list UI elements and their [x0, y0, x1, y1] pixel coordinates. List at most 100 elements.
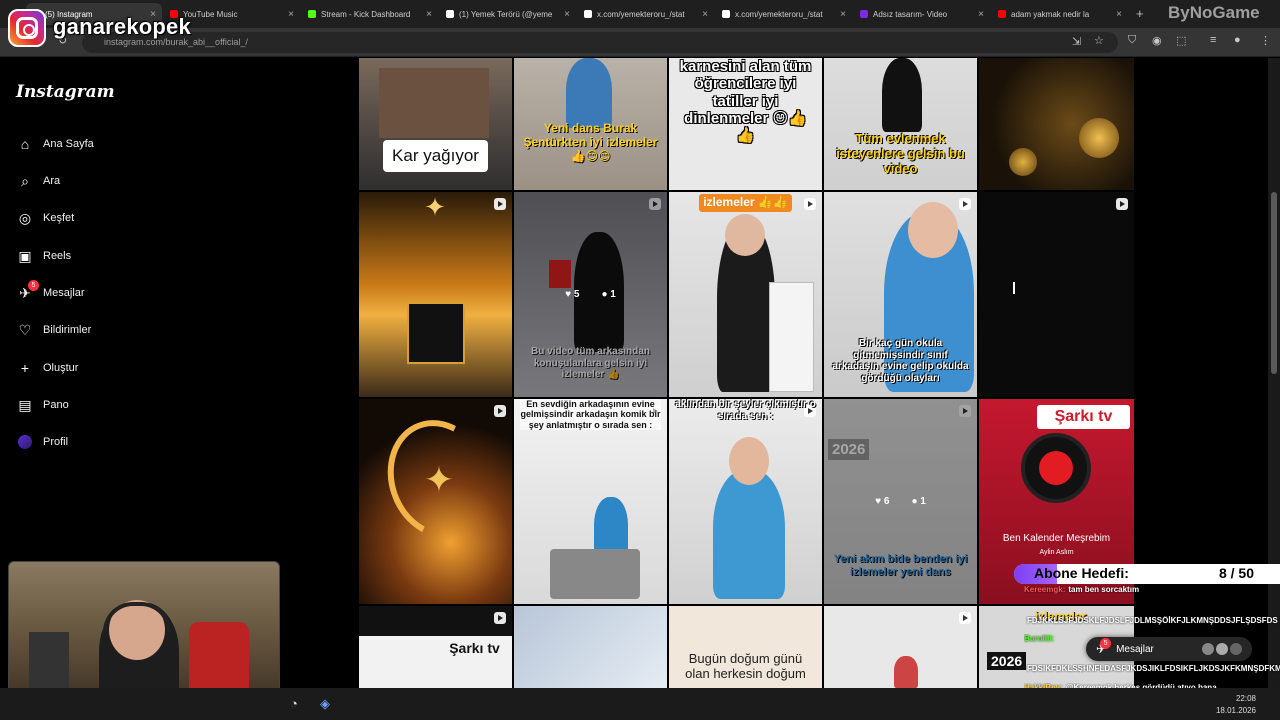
notification-badge: 5: [28, 280, 39, 291]
browser-tab-bar: (5) Instagram × YouTube Music × Stream - Kic…: [0, 0, 1280, 28]
extensions-icon[interactable]: ⬚: [1176, 34, 1186, 47]
browser-tab[interactable]: x.com/yemekteroru_/stat ×: [578, 3, 714, 25]
audio-icon[interactable]: ◉: [1152, 34, 1162, 47]
messenger-icon: ✈ 5: [16, 280, 39, 302]
hover-stats: ♥ 5 ● 1: [514, 192, 667, 397]
nav-item-4[interactable]: ▣ Reels: [16, 244, 71, 268]
reel-icon: [1116, 198, 1128, 210]
close-tab-icon[interactable]: ×: [426, 9, 432, 20]
post-tile[interactable]: [979, 58, 1134, 190]
post-tile[interactable]: En sevdiğin arkadaşının evine gelmişsind…: [514, 399, 667, 604]
browser-tab[interactable]: x.com/yemekteroru_/stat ×: [716, 3, 852, 25]
tab-title: x.com/yemekteroru_/stat: [597, 9, 685, 19]
app-icon[interactable]: ◈: [320, 696, 330, 712]
post-tile[interactable]: Bugün doğum günü olan herkesin doğum: [669, 606, 822, 688]
reel-icon: [804, 198, 816, 210]
post-tile[interactable]: Bu video tüm arkasından konuşulanlara ge…: [514, 192, 667, 397]
instagram-wordmark[interactable]: Instagram: [16, 82, 115, 102]
streamer-name: ganarekopek: [53, 14, 191, 39]
post-tile[interactable]: ✦: [359, 192, 512, 397]
nav-item-2[interactable]: ⌕ Ara: [16, 169, 60, 193]
app-icon[interactable]: ◔: [290, 696, 298, 711]
bookmark-star-icon[interactable]: ☆: [1094, 34, 1104, 47]
likes-stat: ♥ 5: [565, 289, 580, 300]
post-badge: Şarkı tv: [1037, 405, 1130, 430]
post-tile[interactable]: [824, 606, 977, 688]
nav-item-8[interactable]: ▤ Pano: [16, 393, 68, 417]
nav-item-6[interactable]: ♡ Bildirimler: [16, 318, 92, 342]
post-tile[interactable]: Şarkı tv: [359, 606, 512, 688]
clock-date: 18.01.2026: [1215, 706, 1256, 715]
close-tab-icon[interactable]: ×: [1116, 9, 1122, 20]
post-year: 2026: [987, 652, 1027, 671]
profile-avatar: [16, 433, 34, 451]
likes-count: 5: [573, 289, 580, 300]
post-caption: Bir kaç gün okula gitmemişsindir sınıf a…: [832, 338, 969, 384]
plus-icon: +: [20, 360, 30, 376]
nav-item-9[interactable]: Profil: [16, 430, 68, 454]
post-tile[interactable]: Bir kaç gün okula gitmemişsindir sınıf a…: [824, 192, 977, 397]
post-tile[interactable]: 2026 Yeni akım bide benden iyi izlemeler…: [824, 399, 977, 604]
home-icon: ⌂: [20, 136, 30, 152]
nav-item-5[interactable]: ✈ 5 Mesajlar: [16, 280, 85, 305]
close-tab-icon[interactable]: ×: [978, 9, 984, 20]
browser-tab[interactable]: Stream - Kick Dashboard ×: [302, 3, 438, 25]
close-tab-icon[interactable]: ×: [702, 9, 708, 20]
chat-text: FDSIKFDKLSŞHNFLDASFJKDSJIKLFDSIKFLJKDSJK…: [1027, 664, 1280, 673]
scrollbar-thumb[interactable]: [1271, 192, 1277, 374]
system-clock[interactable]: 22:08 18.01.2026: [1216, 693, 1256, 717]
brand-watermark: ByNoGame: [1168, 3, 1260, 22]
chat-message: FDJKKLSJFJDSKLFJDSLFJDLMSŞÖİKFJLKMNŞDDSJ…: [1024, 616, 1280, 625]
messages-pill[interactable]: ✈ 5 Mesajlar: [1086, 637, 1252, 661]
close-tab-icon[interactable]: ×: [840, 9, 846, 20]
tab-favicon-icon: [722, 10, 730, 18]
post-caption: Tüm evlenmek isteyenlere gelsin bu video: [836, 131, 965, 176]
post-caption: aklından bir şeyler çıkmıştır o sırada s…: [675, 399, 816, 422]
nav-item-7[interactable]: + Oluştur: [16, 356, 79, 380]
tab-favicon-icon: [446, 10, 454, 18]
browser-tab[interactable]: adam yakmak nedir la ×: [992, 3, 1128, 25]
nav-item-3[interactable]: ◎ Keşfet: [16, 206, 74, 230]
profile-icon[interactable]: ●: [1234, 34, 1241, 46]
message-avatars: [1202, 643, 1242, 655]
instagram-logo-icon: [8, 9, 46, 47]
menu-kebab-icon[interactable]: ⋮: [1260, 34, 1271, 47]
close-tab-icon[interactable]: ×: [288, 9, 294, 20]
post-tile[interactable]: Kar yağıyor: [359, 58, 512, 190]
install-app-icon[interactable]: ⇲: [1072, 35, 1081, 48]
browser-tab[interactable]: (1) Yemek Terörü (@yeme ×: [440, 3, 576, 25]
nav-label: Mesajlar: [43, 287, 85, 299]
close-tab-icon[interactable]: ×: [564, 9, 570, 20]
messages-badge: 5: [1100, 638, 1112, 649]
post-tile[interactable]: [979, 192, 1134, 397]
tab-favicon-icon: [584, 10, 592, 18]
browser-tab[interactable]: Adsız tasarım- Video ×: [854, 3, 990, 25]
media-icon[interactable]: ≡: [1210, 34, 1216, 46]
nav-label: Profil: [43, 436, 69, 448]
new-tab-button[interactable]: +: [1136, 6, 1144, 21]
post-tile[interactable]: karnesini alan tüm öğrencilere iyi tatil…: [669, 58, 822, 190]
address-bar[interactable]: instagram.com/burak_abi__official_/: [82, 32, 1118, 53]
os-taskbar: ◔ ◈ 22:08 18.01.2026: [0, 688, 1280, 720]
post-tile[interactable]: izlemeler 👍👍: [669, 192, 822, 397]
chat-text: tam ben sorcaktım: [1068, 585, 1140, 594]
post-caption: Kar yağıyor: [383, 140, 488, 172]
post-tile[interactable]: [514, 606, 667, 688]
post-tile[interactable]: aklından bir şeyler çıkmıştır o sırada s…: [669, 399, 822, 604]
dashboard-icon: ▤: [18, 396, 32, 413]
nav-label: Bildirimler: [43, 324, 92, 336]
chat-message: Kereemgk: tam ben sorcaktım: [1024, 585, 1280, 594]
chat-username: Buroliii:: [1024, 634, 1055, 643]
tab-favicon-icon: [308, 10, 316, 18]
hover-stats: ♥ 6 ● 1: [824, 399, 977, 604]
comments-stat: ● 1: [911, 496, 926, 507]
post-tile[interactable]: ✦: [359, 399, 512, 604]
post-tile[interactable]: Tüm evlenmek isteyenlere gelsin bu video: [824, 58, 977, 190]
heart-icon: ♡: [18, 321, 32, 338]
nav-item-1[interactable]: ⌂ Ana Sayfa: [16, 132, 94, 156]
compass-icon: ◎: [18, 209, 32, 226]
song-title: Ben Kalender Meşrebim: [1002, 533, 1111, 544]
search-icon: ⌕: [21, 172, 29, 189]
shield-icon[interactable]: ⛉: [1128, 34, 1136, 47]
post-tile[interactable]: Yeni dans Burak Şentürkten iyi izlemeler…: [514, 58, 667, 190]
